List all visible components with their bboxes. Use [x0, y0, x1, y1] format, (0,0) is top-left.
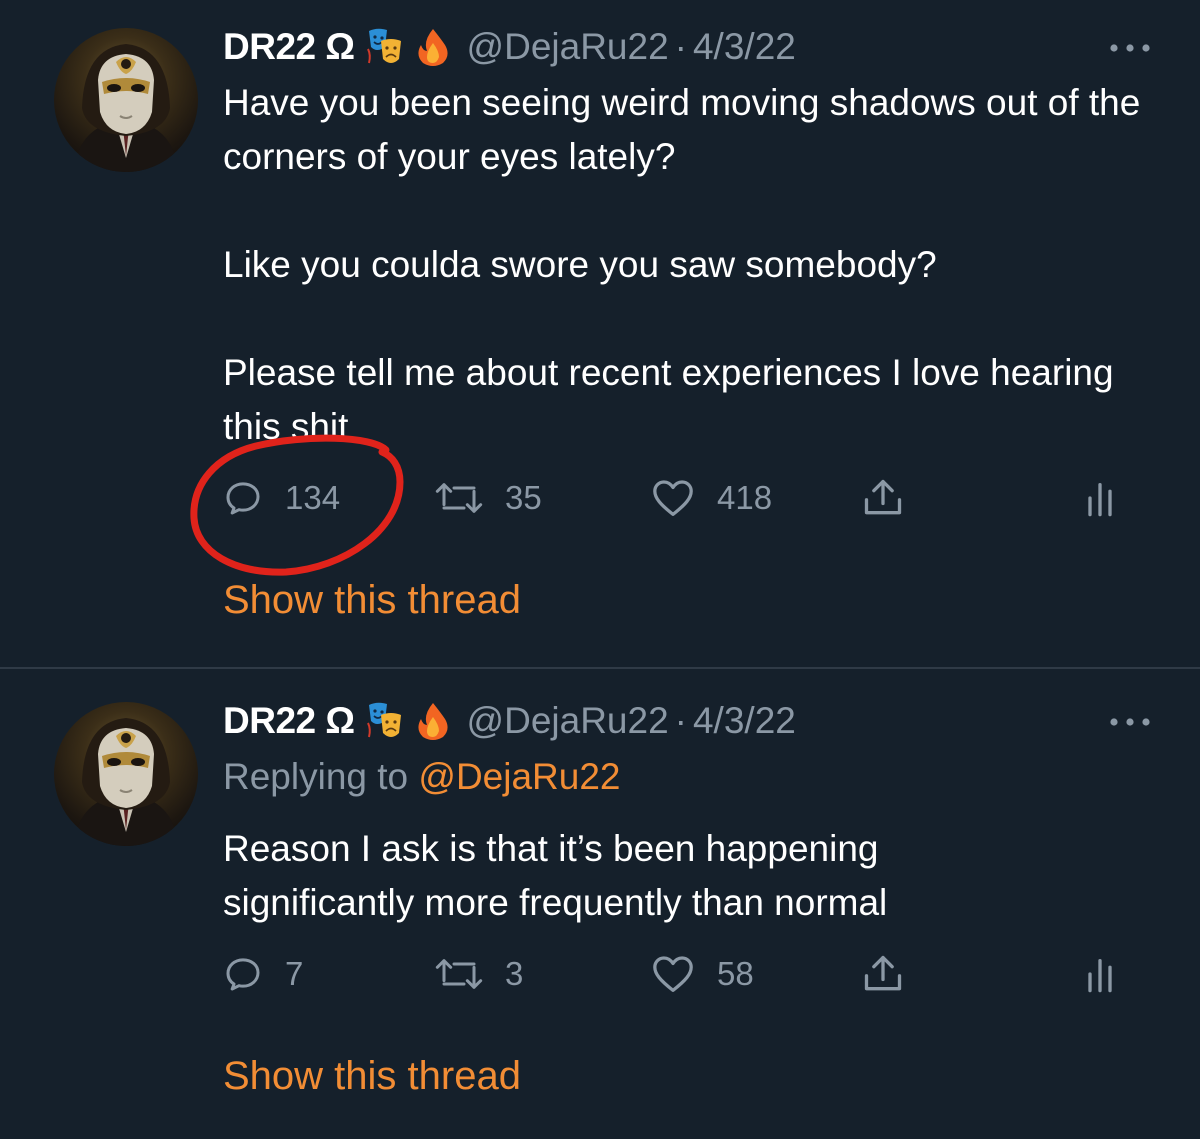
tweet-date[interactable]: 4/3/22 [693, 26, 796, 68]
user-handle[interactable]: @DejaRu22 [467, 700, 669, 742]
heart-icon [653, 956, 693, 992]
tweet-paragraph: Please tell me about recent experiences … [223, 352, 1114, 447]
analytics-icon [1088, 959, 1112, 993]
analytics-button[interactable] [1085, 474, 1115, 522]
masked-figure-avatar-image [74, 718, 178, 846]
replying-label: Replying to [223, 756, 409, 797]
fire-icon [415, 27, 451, 67]
reply-count: 134 [285, 479, 341, 516]
replying-mention-link[interactable]: @DejaRu22 [418, 756, 620, 797]
performing-arts-icon [366, 701, 403, 741]
tweet-paragraph: Reason I ask is that it’s been happening… [223, 828, 888, 923]
more-options-icon[interactable] [1108, 716, 1152, 728]
tweet-actions: 7 3 58 [223, 950, 1123, 998]
show-thread-link[interactable]: Show this thread [223, 578, 521, 623]
like-count: 58 [717, 955, 754, 992]
replying-to: Replying to @DejaRu22 [223, 756, 621, 798]
avatar[interactable] [54, 28, 198, 172]
show-thread-link[interactable]: Show this thread [223, 1054, 521, 1099]
reply-icon [226, 958, 260, 991]
heart-icon [653, 480, 693, 516]
fire-icon [415, 701, 451, 741]
reply-button[interactable]: 134 [223, 474, 340, 522]
tweet-actions: 134 35 418 [223, 474, 1123, 522]
reply-icon [226, 482, 260, 515]
tweet-text: Reason I ask is that it’s been happening… [223, 822, 1163, 930]
analytics-button[interactable] [1085, 950, 1115, 998]
like-button[interactable]: 58 [651, 950, 754, 998]
tweet-paragraph: Like you coulda swore you saw somebody? [223, 244, 937, 285]
retweet-button[interactable]: 35 [433, 474, 542, 522]
share-button[interactable] [861, 950, 905, 998]
user-handle[interactable]: @DejaRu22 [467, 26, 669, 68]
reply-button[interactable]: 7 [223, 950, 303, 998]
avatar[interactable] [54, 702, 198, 846]
separator-dot: · [674, 700, 687, 741]
tweet-text: Have you been seeing weird moving shadow… [223, 76, 1163, 454]
tweet-paragraph: Have you been seeing weird moving shadow… [223, 82, 1141, 177]
retweet-count: 35 [505, 479, 542, 516]
retweet-icon [435, 959, 483, 989]
display-name[interactable]: DR22 Ω [223, 26, 355, 68]
tweet-divider [0, 667, 1200, 669]
like-count: 418 [717, 479, 773, 516]
share-button[interactable] [861, 474, 905, 522]
tweet[interactable]: DR22 Ω @DejaRu22 · 4/3/22 Have you been … [0, 0, 1200, 668]
masked-figure-avatar-image [74, 44, 178, 172]
share-icon [864, 955, 902, 991]
display-name[interactable]: DR22 Ω [223, 700, 355, 742]
tweet-date[interactable]: 4/3/22 [693, 700, 796, 742]
tweet-header: DR22 Ω @DejaRu22 · 4/3/22 [223, 696, 796, 746]
performing-arts-icon [366, 27, 403, 67]
like-button[interactable]: 418 [651, 474, 772, 522]
more-options-icon[interactable] [1108, 42, 1152, 54]
reply-count: 7 [285, 955, 304, 992]
analytics-icon [1088, 483, 1112, 517]
tweet[interactable]: DR22 Ω @DejaRu22 · 4/3/22 Replying to @D… [0, 670, 1200, 1139]
separator-dot: · [674, 26, 687, 67]
retweet-button[interactable]: 3 [433, 950, 523, 998]
tweet-header: DR22 Ω @DejaRu22 · 4/3/22 [223, 22, 796, 72]
retweet-count: 3 [505, 955, 524, 992]
retweet-icon [435, 483, 483, 513]
share-icon [864, 479, 902, 515]
